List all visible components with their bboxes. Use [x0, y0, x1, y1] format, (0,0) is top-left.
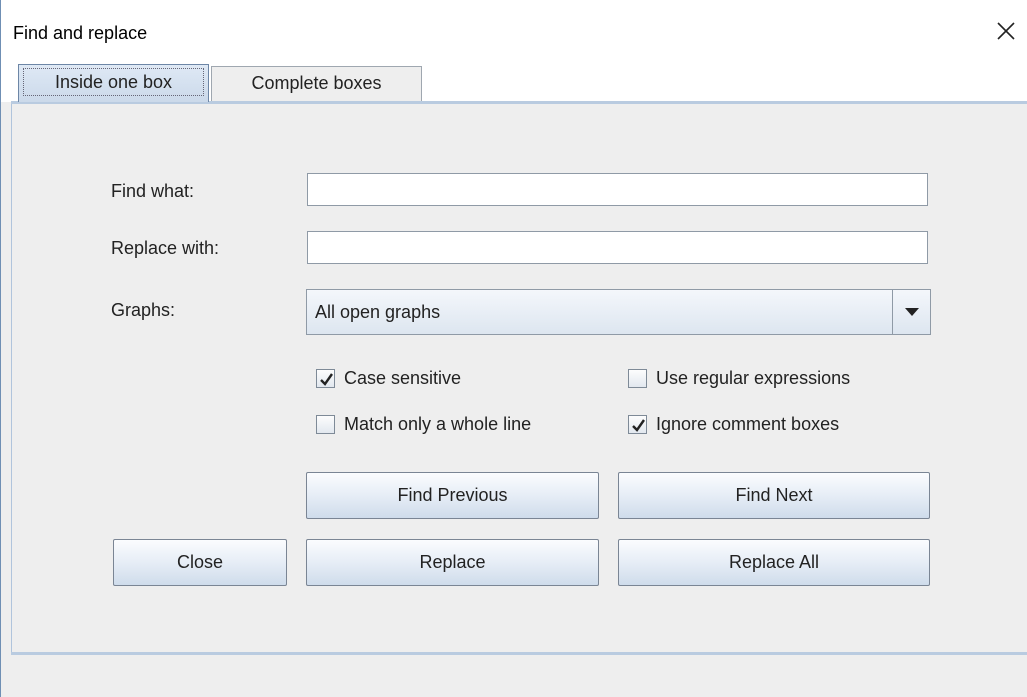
- checkbox-unchecked-icon[interactable]: [628, 369, 647, 388]
- tab-strip: Inside one box Complete boxes: [1, 60, 1027, 102]
- find-replace-dialog: Find and replace Inside one box Complete…: [0, 0, 1027, 697]
- graphs-label: Graphs:: [111, 300, 176, 320]
- title-bar: Find and replace: [1, 0, 1027, 60]
- window-title: Find and replace: [13, 23, 148, 43]
- tab-complete-boxes[interactable]: Complete boxes: [211, 66, 422, 101]
- checkbox-checked-icon[interactable]: [316, 369, 335, 388]
- checkbox-checked-icon[interactable]: [628, 415, 647, 434]
- case-sensitive-checkbox[interactable]: Case sensitive: [316, 368, 461, 389]
- replace-with-input[interactable]: [307, 231, 928, 264]
- use-regex-checkbox[interactable]: Use regular expressions: [628, 368, 850, 389]
- ignore-comments-label: Ignore comment boxes: [656, 414, 840, 434]
- close-icon[interactable]: [994, 19, 1018, 43]
- use-regex-label: Use regular expressions: [656, 368, 851, 388]
- tab-inside-one-box[interactable]: Inside one box: [18, 64, 209, 102]
- find-previous-button[interactable]: Find Previous: [306, 472, 599, 519]
- checkbox-unchecked-icon[interactable]: [316, 415, 335, 434]
- graphs-dropdown[interactable]: All open graphs: [306, 289, 931, 335]
- chevron-down-icon[interactable]: [893, 290, 930, 334]
- tab-label: Complete boxes: [251, 73, 382, 93]
- graphs-selected-value: All open graphs: [315, 302, 441, 322]
- find-next-button[interactable]: Find Next: [618, 472, 930, 519]
- find-what-label: Find what:: [111, 181, 195, 201]
- close-button[interactable]: Close: [113, 539, 287, 586]
- case-sensitive-label: Case sensitive: [344, 368, 462, 388]
- replace-with-label: Replace with:: [111, 238, 220, 258]
- whole-line-label: Match only a whole line: [344, 414, 532, 434]
- tab-label: Inside one box: [23, 68, 204, 96]
- status-separator: [11, 652, 1027, 655]
- replace-button[interactable]: Replace: [306, 539, 599, 586]
- whole-line-checkbox[interactable]: Match only a whole line: [316, 414, 531, 435]
- ignore-comments-checkbox[interactable]: Ignore comment boxes: [628, 414, 839, 435]
- find-what-input[interactable]: [307, 173, 928, 206]
- replace-all-button[interactable]: Replace All: [618, 539, 930, 586]
